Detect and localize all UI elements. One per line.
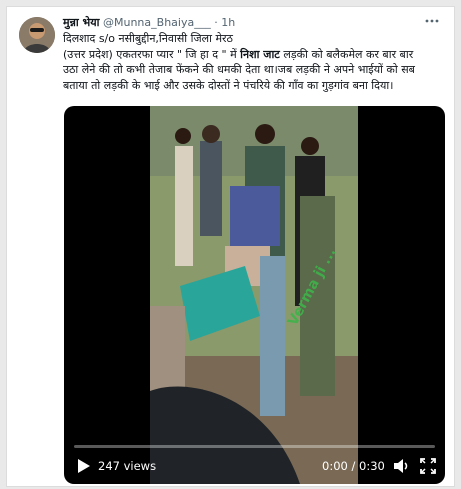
tweet-card[interactable]: मुन्ना भेया @Munna_Bhaiya___ · 1h दिलशाद… — [6, 6, 455, 487]
video-controls: 247 views 0:00 / 0:30 — [64, 454, 445, 480]
avatar[interactable] — [19, 17, 55, 53]
tweet-time[interactable]: 1h — [221, 16, 235, 29]
tweet-header: मुन्ना भेया @Munna_Bhaiya___ · 1h — [63, 15, 235, 31]
tweet-text: दिलशाद s/o नसीबुद्दीन,निवासी जिला मेरठ (… — [63, 31, 448, 93]
tweet-text-segment: लड़की को बलैकमेल कर बार बार — [279, 47, 414, 61]
tweet-text-segment: (उत्तर प्रदेश) एकतरफा प्यार " जि हा द " … — [63, 47, 241, 61]
fullscreen-icon[interactable] — [420, 457, 436, 475]
video-still — [150, 106, 358, 484]
separator-dot: · — [214, 16, 218, 29]
tweet-text-line: दिलशाद s/o नसीबुद्दीन,निवासी जिला मेरठ — [63, 32, 233, 45]
author-name[interactable]: मुन्ना भेया — [63, 16, 100, 29]
tweet-text-line: (उत्तर प्रदेश) एकतरफा प्यार " जि हा द " … — [63, 47, 448, 63]
video-player[interactable]: Verma ji ... 247 views 0:00 / 0:30 — [64, 106, 445, 484]
author-handle[interactable]: @Munna_Bhaiya___ — [103, 16, 211, 29]
play-icon[interactable] — [77, 458, 91, 474]
view-count: 247 views — [98, 459, 157, 473]
tweet-text-line: बताया तो लड़की के भाई और उसके दोस्तों ने… — [63, 78, 394, 92]
video-progress-bar[interactable] — [74, 445, 435, 448]
more-options-icon[interactable] — [424, 13, 440, 29]
highlighted-name: निशा जाट — [240, 47, 280, 61]
tweet-text-line: उठा लेने की तो कभी तेजाब फेंकने की धमकी … — [63, 63, 415, 76]
page: मुन्ना भेया @Munna_Bhaiya___ · 1h दिलशाद… — [0, 0, 461, 489]
video-frame[interactable]: Verma ji ... — [150, 106, 358, 484]
time-display: 0:00 / 0:30 — [322, 459, 385, 473]
avatar-image — [19, 17, 55, 53]
volume-icon[interactable] — [392, 457, 410, 475]
